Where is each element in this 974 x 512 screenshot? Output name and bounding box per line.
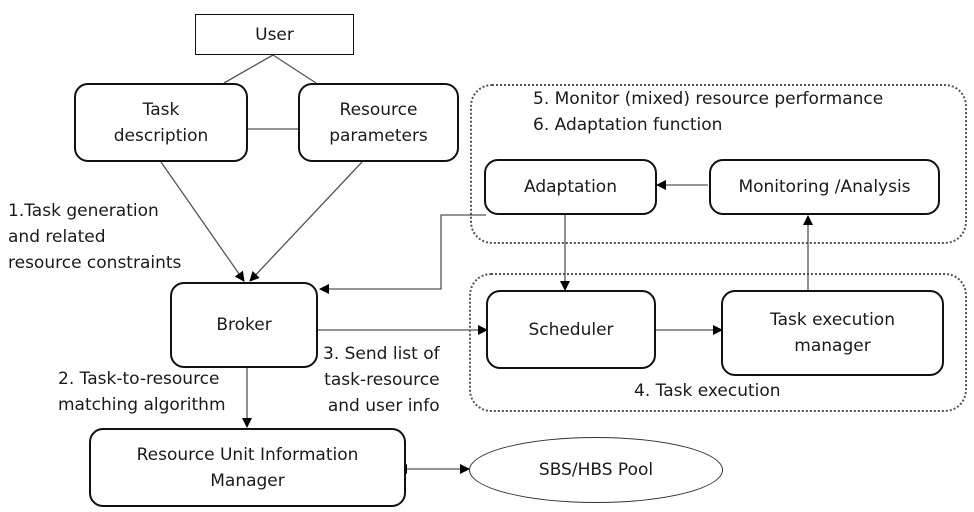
step4-label: 4. Task execution bbox=[634, 381, 781, 401]
resource-parameters-line1: Resource bbox=[339, 99, 418, 120]
monitoring-analysis-node: Monitoring /Analysis bbox=[709, 159, 940, 215]
step1-label: 1.Task generation and related resource c… bbox=[8, 201, 182, 273]
scheduler-label: Scheduler bbox=[528, 319, 614, 340]
tem-line1: Task execution bbox=[770, 310, 895, 330]
user-to-task-line bbox=[223, 54, 274, 84]
broker-label: Broker bbox=[216, 315, 272, 335]
resource-parameters-line2: parameters bbox=[329, 125, 428, 146]
step5-label: 5. Monitor (mixed) resource performance bbox=[533, 89, 884, 109]
rum-line1: Resource Unit Information bbox=[136, 444, 359, 465]
resource-parameters-node: Resource parameters bbox=[298, 83, 459, 162]
adaptation-label: Adaptation bbox=[524, 177, 617, 197]
rum-line2: Manager bbox=[210, 470, 285, 491]
resource-to-broker-arrow bbox=[249, 161, 363, 282]
task-description-node: Task description bbox=[74, 83, 248, 162]
broker-node: Broker bbox=[170, 282, 318, 368]
adaptation-to-broker-arrow bbox=[319, 214, 486, 294]
user-label: User bbox=[255, 24, 294, 45]
scheduler-node: Scheduler bbox=[486, 290, 656, 369]
task-description-line1: Task bbox=[142, 99, 180, 120]
task-description-line2: description bbox=[113, 125, 209, 146]
monitoring-label: Monitoring /Analysis bbox=[738, 177, 911, 197]
user-to-resource-line bbox=[272, 54, 317, 84]
task-execution-manager-node: Task execution manager bbox=[721, 290, 944, 376]
step6-label: 6. Adaptation function bbox=[533, 115, 723, 135]
resource-unit-manager-node: Resource Unit Information Manager bbox=[89, 428, 406, 507]
user-node: User bbox=[195, 14, 354, 55]
step2-label: 2. Task-to-resource matching algorithm bbox=[58, 369, 226, 415]
step3-label: 3. Send list of task-resource and user i… bbox=[323, 344, 440, 416]
sbs-hbs-pool-node: SBS/HBS Pool bbox=[469, 437, 723, 503]
adaptation-node: Adaptation bbox=[484, 159, 657, 215]
tem-line2: manager bbox=[794, 336, 871, 356]
pool-label: SBS/HBS Pool bbox=[538, 460, 654, 480]
